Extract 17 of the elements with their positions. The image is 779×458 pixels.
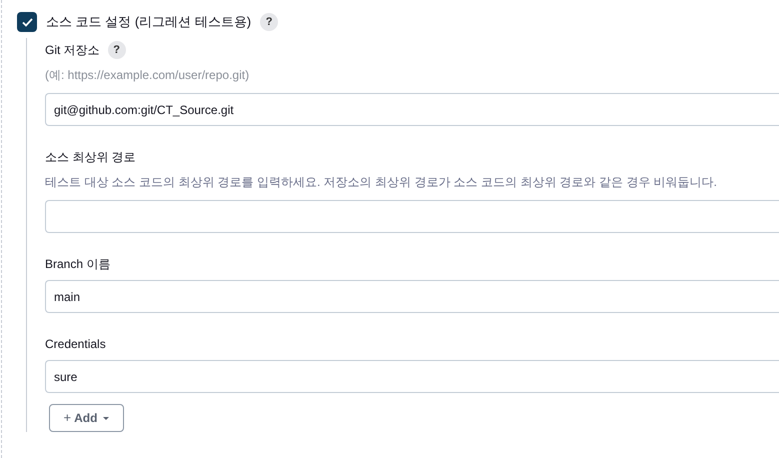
field-label: 소스 최상위 경로 xyxy=(45,149,136,166)
input-field[interactable]: main xyxy=(45,280,779,313)
caret-icon xyxy=(103,416,110,420)
field-description: 테스트 대상 소스 코드의 최상위 경로를 입력하세요. 저장소의 최상위 경로가 소스 코드의 최상위 경로와 같은 경우 비워둡니다. xyxy=(45,174,718,191)
field-label: Credentials xyxy=(45,336,106,353)
help-button[interactable]: ? xyxy=(108,41,126,59)
field-label: Branch 이름 xyxy=(45,256,110,273)
input-field[interactable] xyxy=(45,200,779,233)
add-button[interactable]: + Add xyxy=(49,404,124,432)
field-label: Git 저장소 xyxy=(45,42,100,59)
input-field[interactable]: git@github.com:git/CT_Source.git xyxy=(45,93,779,126)
hint-text: (예: https://example.com/user/repo.git) xyxy=(45,67,250,84)
checkmark-icon xyxy=(22,18,32,26)
input-field[interactable]: sure xyxy=(45,360,779,393)
help-button[interactable]: ? xyxy=(260,13,278,31)
section-title: 소스 코드 설정 (리그레션 테스트용) xyxy=(46,13,252,32)
checkbox[interactable] xyxy=(17,12,37,32)
